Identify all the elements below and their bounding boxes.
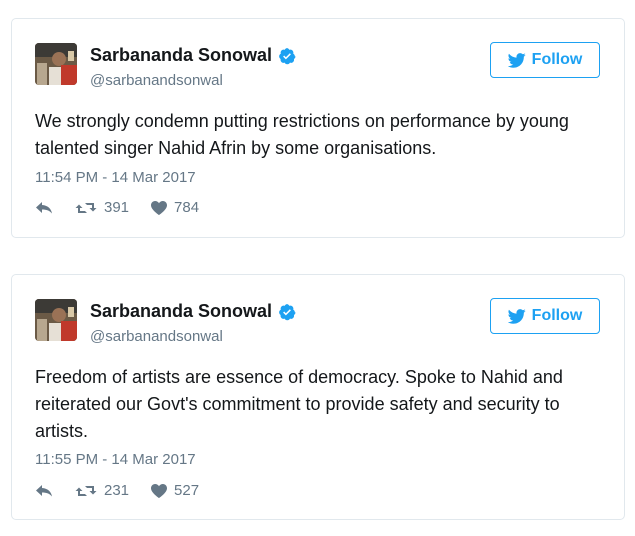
heart-icon <box>151 483 168 498</box>
display-name-text: Sarbananda Sonowal <box>90 301 273 321</box>
follow-label: Follow <box>531 307 583 324</box>
tweet-actions: 391 784 <box>35 199 221 216</box>
like-button[interactable]: 527 <box>151 482 199 499</box>
reply-icon <box>36 201 52 213</box>
avatar-photo <box>35 43 77 85</box>
retweet-button[interactable]: 391 <box>75 199 129 216</box>
avatar-photo <box>35 299 77 341</box>
display-name[interactable]: Sarbananda Sonowal <box>90 45 296 66</box>
timestamp[interactable]: 11:55 PM - 14 Mar 2017 <box>35 451 196 468</box>
like-button[interactable]: 784 <box>151 199 199 216</box>
reply-icon <box>36 484 52 496</box>
retweet-count: 391 <box>104 199 130 216</box>
reply-button[interactable] <box>35 201 53 215</box>
handle[interactable]: @sarbanandsonwal <box>90 72 223 89</box>
retweet-count: 231 <box>104 482 130 499</box>
like-count: 784 <box>174 199 200 216</box>
tweet-actions: 231 527 <box>35 482 221 499</box>
twitter-bird-icon <box>507 52 526 68</box>
like-count: 527 <box>174 482 200 499</box>
handle[interactable]: @sarbanandsonwal <box>90 328 223 345</box>
avatar[interactable] <box>35 299 77 341</box>
verified-badge-icon <box>279 303 296 320</box>
display-name[interactable]: Sarbananda Sonowal <box>90 301 296 322</box>
follow-button[interactable]: Follow <box>490 298 600 334</box>
reply-button[interactable] <box>35 484 53 498</box>
retweet-button[interactable]: 231 <box>75 482 129 499</box>
follow-label: Follow <box>531 51 583 68</box>
retweet-icon <box>75 202 97 213</box>
retweet-icon <box>75 485 97 496</box>
tweet-card: Sarbananda Sonowal @sarbanandsonwal Foll… <box>11 274 625 520</box>
avatar[interactable] <box>35 43 77 85</box>
tweet-card: Sarbananda Sonowal @sarbanandsonwal Foll… <box>11 18 625 238</box>
twitter-bird-icon <box>507 308 526 324</box>
display-name-text: Sarbananda Sonowal <box>90 45 273 65</box>
timestamp[interactable]: 11:54 PM - 14 Mar 2017 <box>35 169 196 186</box>
tweet-text: We strongly condemn putting restrictions… <box>35 111 569 158</box>
tweet-text: Freedom of artists are essence of democr… <box>35 367 563 441</box>
heart-icon <box>151 200 168 215</box>
verified-badge-icon <box>279 47 296 64</box>
follow-button[interactable]: Follow <box>490 42 600 78</box>
